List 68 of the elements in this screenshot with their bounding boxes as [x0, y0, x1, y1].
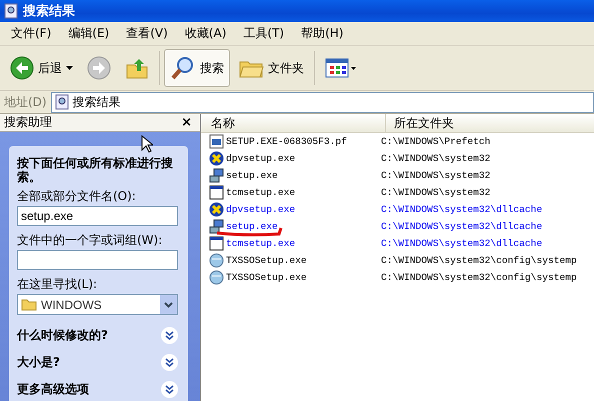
window-icon — [209, 185, 224, 200]
setup-icon — [209, 202, 224, 217]
search-button[interactable]: 搜索 — [164, 49, 230, 87]
setup-icon — [209, 151, 224, 166]
chevron-down-icon — [165, 358, 174, 367]
option-label: 什么时候修改的? — [17, 327, 108, 344]
close-button[interactable]: × — [179, 115, 194, 130]
folder-path: C:\WINDOWS\Prefetch — [381, 136, 490, 147]
file-name[interactable]: SETUP.EXE-068305F3.pf — [226, 136, 347, 147]
expand-button[interactable] — [161, 381, 178, 398]
column-header[interactable]: 名称 — [201, 114, 386, 132]
folder-path: C:\WINDOWS\system32 — [381, 187, 490, 198]
file-icon — [209, 134, 224, 149]
folder-path: C:\WINDOWS\system32 — [381, 153, 490, 164]
file-name[interactable]: dpvsetup.exe — [226, 204, 296, 215]
expand-button[interactable] — [161, 327, 178, 344]
chevron-down-icon — [164, 302, 173, 308]
folder-path: C:\WINDOWS\system32 — [381, 170, 490, 181]
file-name[interactable]: setup.exe — [226, 221, 278, 232]
input-field[interactable]: setup.exe — [17, 206, 178, 226]
pane-title: 搜索助理 — [4, 114, 52, 131]
search-heading: 按下面任何或所有标准进行搜索。 — [17, 156, 174, 184]
folders-button[interactable]: 文件夹 — [232, 49, 310, 87]
address-text: 搜索结果 — [72, 94, 121, 110]
file-name[interactable]: TXSSOSetup.exe — [226, 272, 307, 283]
address-field[interactable]: 搜索结果 — [50, 92, 594, 112]
menu-item[interactable]: 帮助(H) — [294, 25, 350, 42]
menu-item[interactable]: 收藏(A) — [178, 25, 234, 42]
folder-path: C:\WINDOWS\system32\config\systemp — [381, 255, 577, 266]
file-name[interactable]: TXSSOSetup.exe — [226, 255, 307, 266]
chevron-down-icon — [165, 331, 174, 340]
chevron-down-icon — [165, 385, 174, 394]
folder-path: C:\WINDOWS\system32\dllcache — [381, 238, 542, 249]
file-name[interactable]: setup.exe — [226, 170, 278, 181]
folder-icon — [21, 298, 37, 311]
folder-up-icon — [125, 56, 149, 80]
folder-path: C:\WINDOWS\system32\dllcache — [381, 204, 542, 215]
computer-icon — [209, 219, 224, 234]
location-dropdown[interactable]: WINDOWS — [17, 294, 178, 315]
input-field[interactable] — [17, 250, 178, 270]
window-icon — [209, 236, 224, 251]
field-label: 文件中的一个字或词组(W): — [17, 233, 164, 248]
address-label: 地址(D) — [4, 94, 47, 110]
menu-item[interactable]: 工具(T) — [236, 25, 292, 42]
column-header[interactable]: 所在文件夹 — [386, 114, 594, 132]
menu-item[interactable]: 查看(V) — [119, 25, 175, 42]
dropdown-button[interactable] — [160, 295, 177, 314]
search-page-icon — [54, 94, 69, 110]
mouse-pointer-icon — [141, 135, 153, 153]
field-label: 在这里寻找(L): — [17, 277, 98, 292]
option-label: 大小是? — [17, 354, 60, 371]
search-icon — [170, 55, 196, 81]
field-label: 全部或部分文件名(O): — [17, 189, 137, 204]
menu-item[interactable]: 文件(F) — [4, 25, 58, 42]
views-icon — [325, 57, 357, 79]
folder-path: C:\WINDOWS\system32\dllcache — [381, 221, 542, 232]
folder-path: C:\WINDOWS\system32\config\systemp — [381, 272, 577, 283]
menu-item[interactable]: 编辑(E) — [61, 25, 116, 42]
file-name[interactable]: tcmsetup.exe — [226, 238, 296, 249]
option-label: 更多高级选项 — [17, 381, 89, 398]
window-title: 搜索结果 — [23, 2, 75, 20]
computer-icon — [209, 168, 224, 183]
file-name[interactable]: dpvsetup.exe — [226, 153, 296, 164]
search-window-icon — [4, 3, 18, 19]
file-name[interactable]: tcmsetup.exe — [226, 187, 296, 198]
caret-icon — [66, 66, 73, 70]
back-button[interactable]: 后退 — [4, 49, 79, 87]
expand-button[interactable] — [161, 354, 178, 371]
